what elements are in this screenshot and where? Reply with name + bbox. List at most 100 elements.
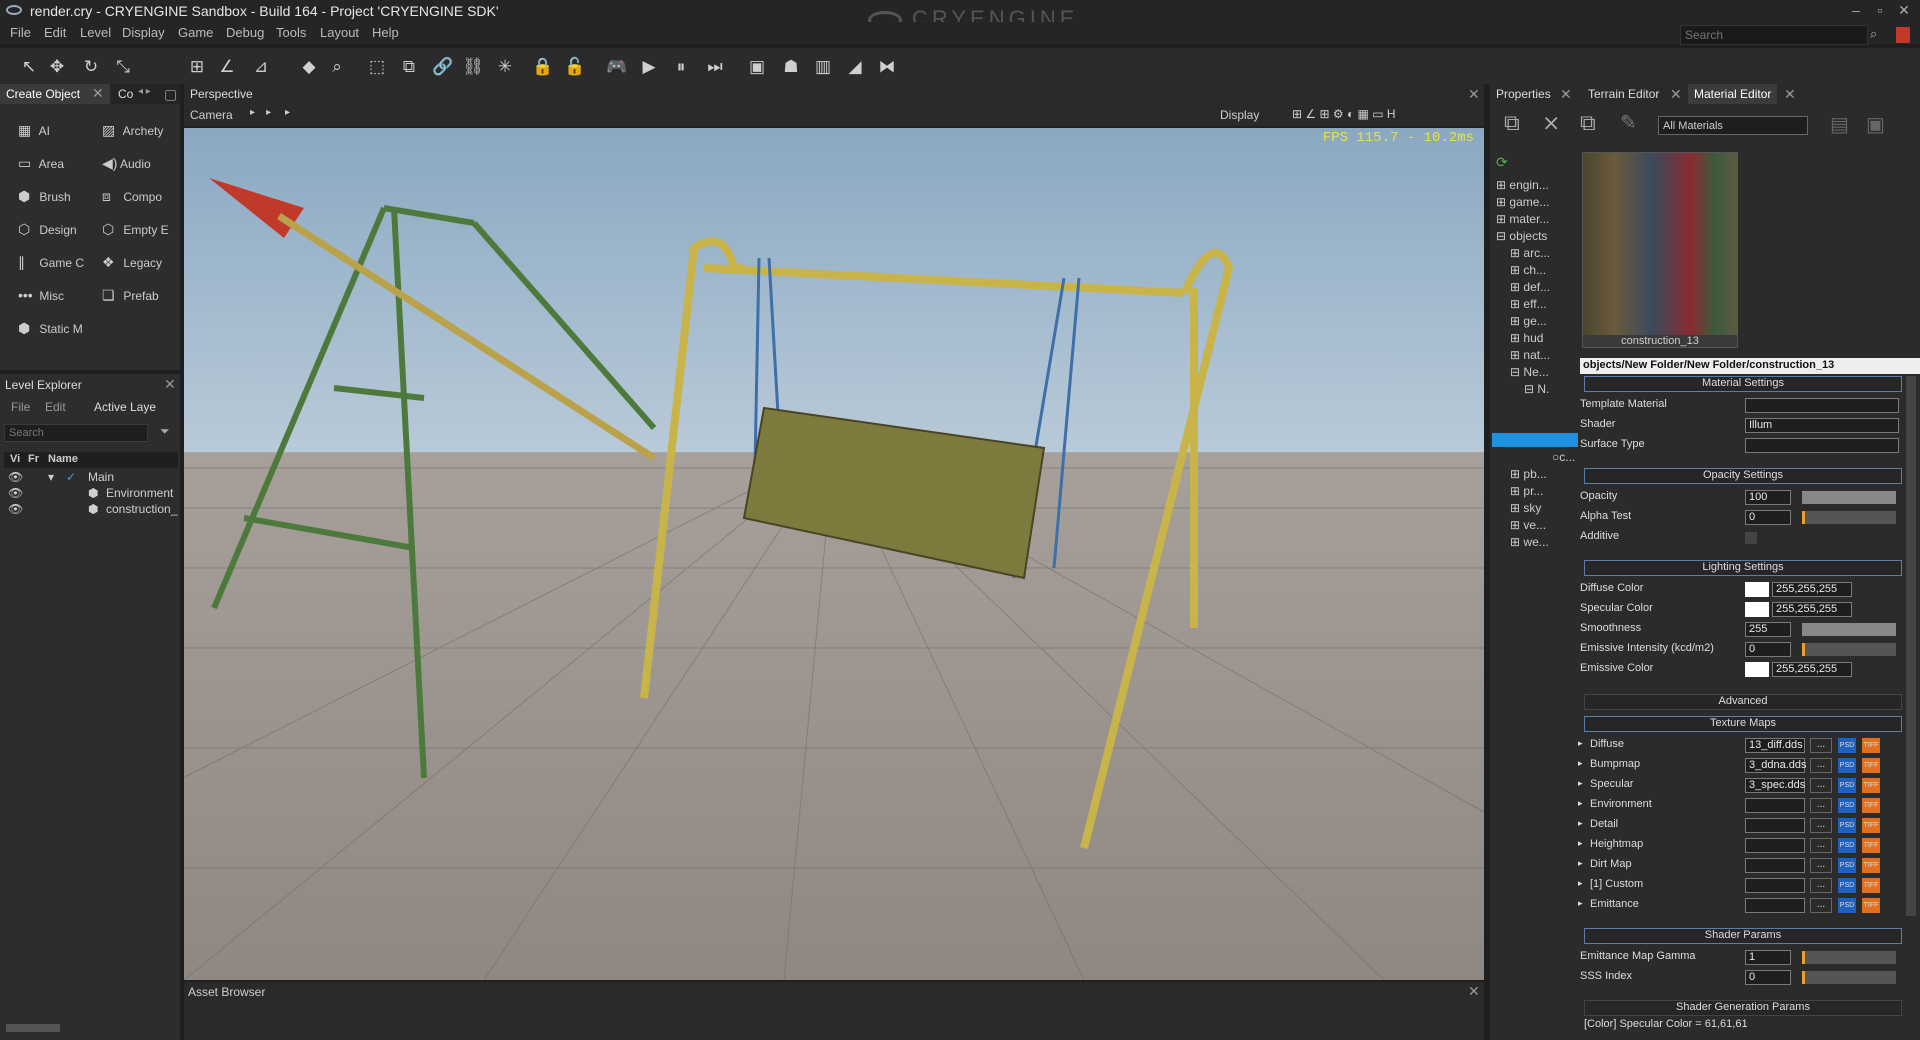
scrollbar[interactable] xyxy=(6,1024,60,1032)
tree-item[interactable]: ⊞ engin... xyxy=(1496,178,1549,192)
smoothness-input[interactable]: 255 xyxy=(1745,622,1791,637)
menu-edit-le[interactable]: Edit xyxy=(45,400,66,414)
psd-icon[interactable]: PSD xyxy=(1838,778,1856,793)
tiff-icon[interactable]: TIFF xyxy=(1862,818,1880,833)
game-mode-icon[interactable]: 🎮 xyxy=(606,56,628,78)
grid-icon[interactable]: ⊞ ∠ ⊞ ⚙ ◐ ▦ ▭ H xyxy=(1292,107,1396,121)
scale-icon[interactable]: ⤡ xyxy=(112,56,134,78)
menu-layout[interactable]: Layout xyxy=(320,25,359,40)
expand-icon[interactable]: ▸ xyxy=(1578,758,1583,769)
tree-item[interactable]: ⊟ objects xyxy=(1496,229,1547,243)
additive-checkbox[interactable] xyxy=(1745,532,1757,544)
menu-edit[interactable]: Edit xyxy=(44,25,66,40)
create-item-game[interactable]: ∥ Game C xyxy=(18,254,84,271)
opacity-slider[interactable] xyxy=(1802,491,1896,504)
tree-item[interactable]: ⊞ sky xyxy=(1510,501,1541,515)
sss-slider[interactable] xyxy=(1802,971,1896,984)
create-item-area[interactable]: ▭ Area xyxy=(18,155,64,172)
create-item-brush[interactable]: ⬢ Brush xyxy=(18,188,71,205)
texture-path-input[interactable]: 3_spec.dds xyxy=(1745,778,1805,793)
group-icon[interactable]: ⧉ xyxy=(398,56,420,78)
diffuse-color-input[interactable]: 255,255,255 xyxy=(1772,582,1852,597)
active-layer[interactable]: Active Laye xyxy=(94,400,156,414)
create-item-component[interactable]: ⧈ Compo xyxy=(102,188,162,205)
tab-material-editor[interactable]: Material Editor xyxy=(1688,84,1778,104)
eye-icon[interactable]: 👁 xyxy=(8,486,23,500)
texture-path-input[interactable] xyxy=(1745,858,1805,873)
flowgraph-icon[interactable]: ⧓ xyxy=(876,56,898,78)
tiff-icon[interactable]: TIFF xyxy=(1862,738,1880,753)
arrows-icon[interactable]: ◂ ▸ xyxy=(138,86,151,97)
emissive-color-input[interactable]: 255,255,255 xyxy=(1772,662,1852,677)
step-icon[interactable]: ⏭ xyxy=(704,56,726,78)
emissive-swatch[interactable] xyxy=(1745,662,1769,677)
texture-path-input[interactable] xyxy=(1745,818,1805,833)
camera-icon[interactable]: ▥ xyxy=(812,56,834,78)
expand-icon[interactable]: ▸ xyxy=(1578,798,1583,809)
maximize-button[interactable]: ▫ xyxy=(1868,2,1892,20)
menu-debug[interactable]: Debug xyxy=(226,25,264,40)
tiff-icon[interactable]: TIFF xyxy=(1862,778,1880,793)
specular-swatch[interactable] xyxy=(1745,602,1769,617)
menu-file-le[interactable]: File xyxy=(11,400,30,414)
shader-params-header[interactable]: Shader Params xyxy=(1584,928,1902,944)
arrow-icon[interactable]: ▸ ▸ ▸ xyxy=(250,107,290,118)
tiff-icon[interactable]: TIFF xyxy=(1862,858,1880,873)
browse-button[interactable]: ... xyxy=(1810,858,1832,873)
advanced-header[interactable]: Advanced xyxy=(1584,694,1902,710)
opacity-settings-header[interactable]: Opacity Settings xyxy=(1584,468,1902,484)
close-panel-icon[interactable]: ▢ xyxy=(164,86,177,103)
lighting-settings-header[interactable]: Lighting Settings xyxy=(1584,560,1902,576)
psd-icon[interactable]: PSD xyxy=(1838,878,1856,893)
close-icon[interactable]: ✕ xyxy=(1784,86,1796,103)
menu-level[interactable]: Level xyxy=(80,25,111,40)
remove-material-icon[interactable]: ⨯ xyxy=(1542,110,1560,136)
tree-item[interactable]: ⊞ game... xyxy=(1496,195,1549,209)
psd-icon[interactable]: PSD xyxy=(1838,798,1856,813)
tree-item[interactable]: ⊞ eff... xyxy=(1510,297,1547,311)
tree-item-selected[interactable] xyxy=(1492,433,1578,447)
tiff-icon[interactable]: TIFF xyxy=(1862,798,1880,813)
tiff-icon[interactable]: TIFF xyxy=(1862,878,1880,893)
tree-item[interactable]: ⊞ we... xyxy=(1510,535,1549,549)
tab-properties[interactable]: Properties xyxy=(1490,84,1557,104)
global-search-input[interactable] xyxy=(1680,25,1868,45)
filter-icon[interactable]: ⏷ xyxy=(160,424,170,439)
minimize-button[interactable]: – xyxy=(1844,2,1868,20)
browse-button[interactable]: ... xyxy=(1810,878,1832,893)
texture-path-input[interactable]: 3_ddna.dds xyxy=(1745,758,1807,773)
eye-icon[interactable]: 👁 xyxy=(8,502,23,516)
search-icon[interactable]: ⌕ xyxy=(1870,26,1877,42)
save-icon[interactable]: ▤ xyxy=(1830,112,1849,137)
tree-item[interactable]: ⊞ nat... xyxy=(1510,348,1550,362)
tiff-icon[interactable]: TIFF xyxy=(1862,758,1880,773)
create-item-legacy[interactable]: ❖ Legacy xyxy=(102,254,162,271)
create-item-designer[interactable]: ⬡ Design xyxy=(18,221,77,238)
close-icon[interactable]: ✕ xyxy=(1468,86,1480,103)
psd-icon[interactable]: PSD xyxy=(1838,858,1856,873)
psd-icon[interactable]: PSD xyxy=(1838,838,1856,853)
select-region-icon[interactable]: ⬚ xyxy=(366,56,388,78)
texture-path-input[interactable]: 13_diff.dds xyxy=(1745,738,1805,753)
unlock-icon[interactable]: 🔓 xyxy=(564,56,586,78)
select-icon[interactable]: ↖ xyxy=(18,56,40,78)
camera-menu[interactable]: Camera xyxy=(190,108,233,122)
tree-item[interactable]: ⊟ Ne... xyxy=(1510,365,1549,379)
browse-button[interactable]: ... xyxy=(1810,758,1832,773)
add-material-icon[interactable]: ⧉ xyxy=(1504,110,1520,136)
link-icon[interactable]: 🔗 xyxy=(432,56,454,78)
snap-grid-icon[interactable]: ⊞ xyxy=(186,56,208,78)
tree-item[interactable]: ⊞ ge... xyxy=(1510,314,1547,328)
eye-icon[interactable]: 👁 xyxy=(8,470,23,484)
sub-material-icon[interactable]: ⧉ xyxy=(1580,110,1596,136)
scrollbar[interactable] xyxy=(1906,376,1916,916)
close-icon[interactable]: ✕ xyxy=(164,376,176,393)
menu-file[interactable]: File xyxy=(10,25,31,40)
chevron-down-icon[interactable]: ▾ xyxy=(48,470,54,484)
alpha-test-input[interactable]: 0 xyxy=(1745,510,1791,525)
tree-item[interactable]: ⊞ pb... xyxy=(1510,467,1547,481)
create-item-prefab[interactable]: ❏ Prefab xyxy=(102,287,159,304)
surface-type-select[interactable] xyxy=(1745,438,1899,453)
rotate-icon[interactable]: ↻ xyxy=(80,56,102,78)
shader-gen-header[interactable]: Shader Generation Params xyxy=(1584,1000,1902,1016)
